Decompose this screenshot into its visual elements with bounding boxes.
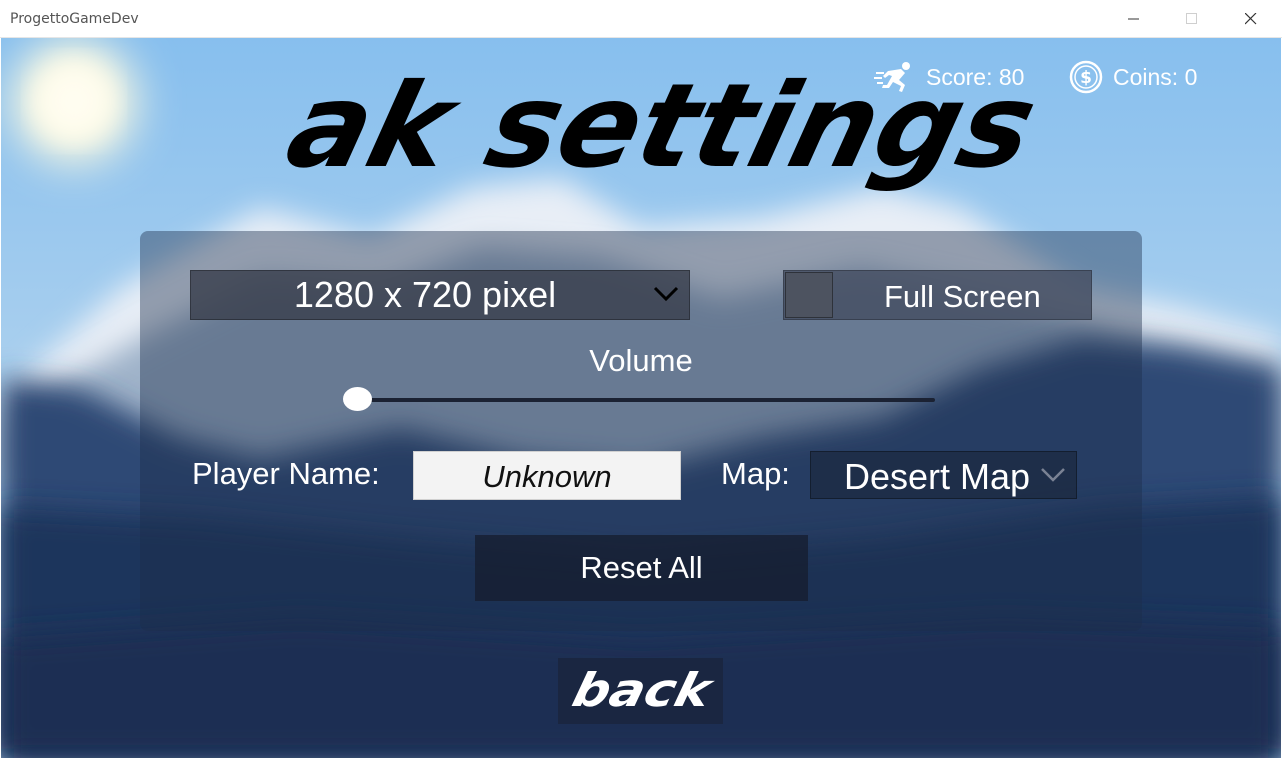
game-viewport: Score: 80 $ Coins: 0 ak settings 1280 x … <box>1 38 1281 758</box>
fullscreen-label: Full Screen <box>884 279 1041 314</box>
minimize-icon <box>1128 18 1139 20</box>
coins-display: $ Coins: 0 <box>1069 60 1197 94</box>
close-icon <box>1245 13 1257 25</box>
game-title: ak settings <box>275 62 1049 194</box>
window-titlebar: ProgettoGameDev <box>0 0 1282 38</box>
chevron-down-icon <box>653 286 679 302</box>
resolution-dropdown[interactable]: 1280 x 720 pixel <box>190 270 690 320</box>
volume-slider-handle[interactable] <box>343 387 372 411</box>
volume-slider[interactable] <box>357 398 935 402</box>
close-button[interactable] <box>1228 0 1274 38</box>
volume-label: Volume <box>589 343 693 378</box>
svg-text:back: back <box>567 665 719 718</box>
reset-all-button[interactable]: Reset All <box>475 535 808 601</box>
coins-text: Coins: 0 <box>1113 63 1198 90</box>
chevron-down-icon <box>1041 468 1065 482</box>
svg-text:ak settings: ak settings <box>275 62 1049 194</box>
minimize-button[interactable] <box>1111 0 1157 38</box>
player-name-label: Player Name: <box>192 456 380 491</box>
svg-text:$: $ <box>1080 68 1092 88</box>
window-title: ProgettoGameDev <box>10 11 139 27</box>
back-button[interactable]: back <box>558 658 723 724</box>
map-dropdown[interactable]: Desert Map <box>810 451 1077 499</box>
player-name-input[interactable]: Unknown <box>413 451 681 500</box>
back-button-label: back <box>567 665 719 718</box>
fullscreen-toggle[interactable]: Full Screen <box>783 270 1092 320</box>
maximize-button[interactable] <box>1169 0 1215 38</box>
map-value: Desert Map <box>844 456 1031 497</box>
fullscreen-checkbox[interactable] <box>785 272 833 318</box>
map-label: Map: <box>721 456 790 491</box>
maximize-icon <box>1186 13 1197 24</box>
dollar-coin-icon: $ <box>1069 60 1103 94</box>
resolution-value: 1280 x 720 pixel <box>293 274 557 315</box>
